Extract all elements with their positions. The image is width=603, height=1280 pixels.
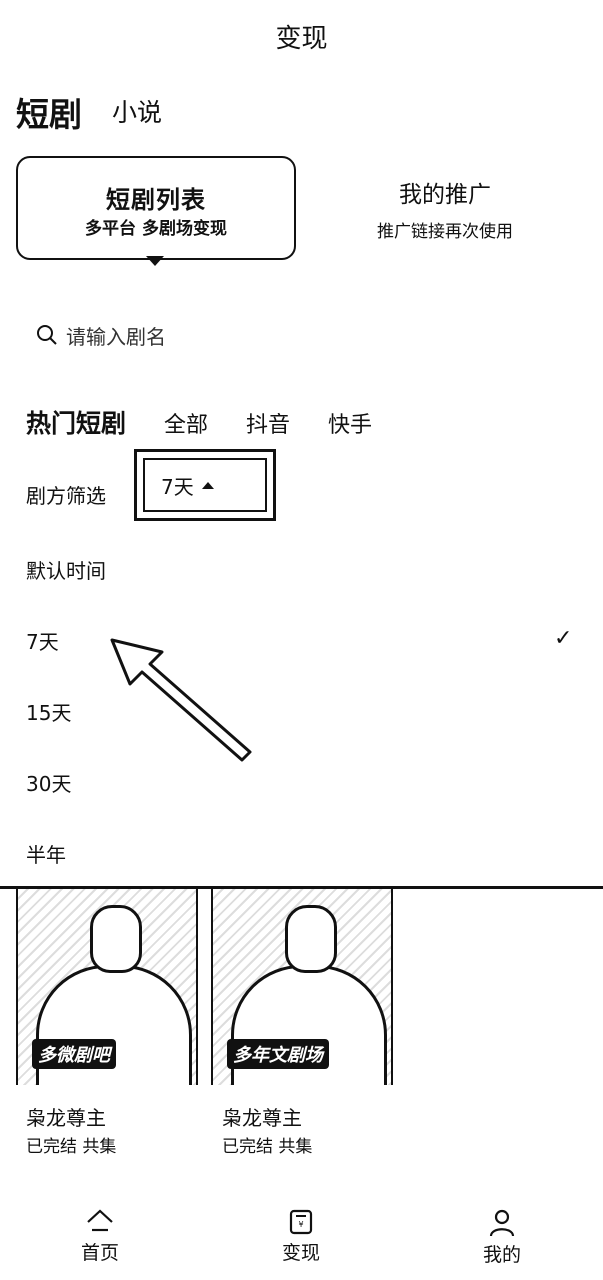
- filter-tab-all[interactable]: 全部: [164, 407, 208, 439]
- arrow-annotation: [110, 638, 252, 762]
- search-icon: [37, 325, 57, 345]
- filter-tab-kuaishou[interactable]: 快手: [328, 407, 372, 439]
- nav-monetize[interactable]: ¥ 变现: [241, 1208, 361, 1265]
- drama-list-card-subtitle: 多平台 多剧场变现: [85, 219, 227, 239]
- search-placeholder: 请输入剧名: [66, 324, 166, 349]
- drama-thumbnail[interactable]: 多年文剧场: [211, 889, 393, 1085]
- nav-monetize-label: 变现: [281, 1242, 320, 1264]
- wallet-icon: ¥: [289, 1209, 313, 1235]
- nav-mine[interactable]: 我的: [442, 1208, 562, 1267]
- my-promotion-card-title: 我的推广: [399, 182, 491, 208]
- home-icon: [87, 1209, 113, 1232]
- drama-thumbnail[interactable]: 多微剧吧: [16, 889, 198, 1085]
- tab-novel[interactable]: 小说: [112, 93, 162, 129]
- option-30-days[interactable]: 30天: [26, 768, 71, 797]
- option-15-days[interactable]: 15天: [26, 697, 71, 726]
- option-half-year[interactable]: 半年: [26, 839, 66, 868]
- my-promotion-card[interactable]: 我的推广 推广链接再次使用: [330, 175, 560, 242]
- card-pointer: [146, 256, 164, 266]
- drama-filter-label: 剧方筛选: [26, 484, 106, 508]
- check-icon: ✓: [554, 626, 573, 651]
- drama-status: 已完结 共集: [222, 1137, 313, 1157]
- caret-up-icon: [201, 481, 214, 489]
- drama-status: 已完结 共集: [26, 1137, 117, 1157]
- my-promotion-card-subtitle: 推广链接再次使用: [377, 222, 513, 242]
- hot-drama-label: 热门短剧: [26, 409, 127, 438]
- drama-title[interactable]: 枭龙尊主: [26, 1102, 106, 1131]
- drama-title[interactable]: 枭龙尊主: [222, 1102, 302, 1131]
- time-dropdown[interactable]: 7天: [134, 449, 276, 521]
- search-input[interactable]: 请输入剧名: [36, 320, 166, 350]
- filter-tab-douyin[interactable]: 抖音: [246, 407, 290, 439]
- drama-tag: 多年文剧场: [227, 1039, 329, 1069]
- drama-list-card-title: 短剧列表: [106, 186, 206, 214]
- option-7-days[interactable]: 7天: [26, 626, 59, 655]
- drama-list-card[interactable]: 短剧列表 多平台 多剧场变现: [16, 156, 296, 260]
- time-dropdown-value: 7天: [161, 474, 194, 499]
- filter-tabs: 热门短剧 全部 抖音 快手: [26, 404, 410, 440]
- bottom-nav: 首页 ¥ 变现 我的: [0, 1200, 603, 1280]
- page-title: 变现: [275, 24, 328, 54]
- nav-home[interactable]: 首页: [40, 1208, 160, 1265]
- nav-home-label: 首页: [80, 1242, 119, 1264]
- tab-short-drama[interactable]: 短剧: [16, 88, 82, 136]
- svg-text:¥: ¥: [298, 1220, 303, 1229]
- nav-mine-label: 我的: [482, 1244, 521, 1266]
- drama-tag: 多微剧吧: [32, 1039, 116, 1069]
- user-icon: [489, 1209, 515, 1237]
- option-default-time[interactable]: 默认时间: [26, 555, 106, 584]
